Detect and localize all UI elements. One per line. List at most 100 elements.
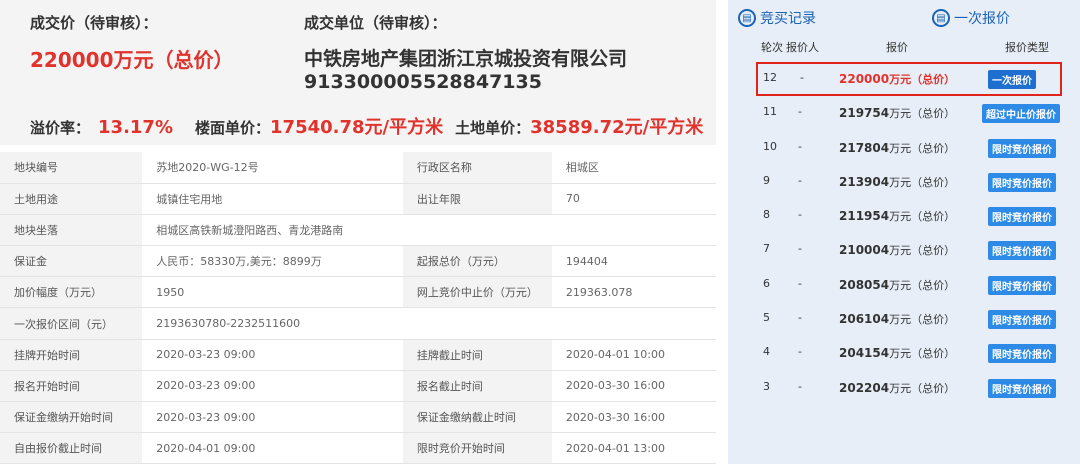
bid-amount: 202204 [839, 380, 890, 395]
bid-bidder: - [798, 242, 802, 256]
field-value: 苏地2020-WG-12号 [142, 152, 403, 184]
bid-row: 6 - 208054万元（总价） 限时竞价报价 [728, 268, 1080, 302]
bid-bidder: - [798, 139, 802, 153]
bid-amount: 213904 [839, 174, 890, 189]
bid-type-badge: 限时竞价报价 [988, 275, 1056, 295]
deal-summary: 成交价（待审核）： 成交单位（待审核）： 220000万元（总价） 中铁房地产集… [0, 0, 716, 145]
bid-amount: 217804 [839, 140, 890, 155]
land-auction-page: 成交价（待审核）： 成交单位（待审核）： 220000 万元（总价） 中铁房地产集… [0, 0, 1080, 464]
field-label: 网上竞价中止价（万元） [402, 276, 552, 309]
bid-unit: 万元（总价） [889, 244, 956, 258]
tab-once-bid[interactable]: ▤ 一次报价 [932, 8, 1010, 28]
bid-row: 8 - 211954万元（总价） 限时竞价报价 [728, 199, 1080, 233]
bid-type-badge: 限时竞价报价 [988, 241, 1056, 261]
bid-unit: 万元（总价） [889, 175, 956, 189]
bid-unit: 万元（总价） [889, 278, 956, 292]
bid-amount: 210004 [839, 243, 890, 258]
deal-unit-label: 成交单位（待审核）： [304, 14, 447, 32]
field-value: 70 [551, 183, 716, 215]
field-value: 相城区高铁新城澄阳路西、青龙港路南 [142, 214, 716, 247]
field-label: 限时竞价开始时间 [402, 432, 552, 464]
floor-price-label: 楼面单价： [195, 119, 271, 137]
bid-type-badge: 限时竞价报价 [988, 172, 1056, 192]
bid-round: 7 [763, 242, 770, 256]
deal-unit-name: 中铁房地产集团浙江京城投资有限公司 [304, 48, 628, 70]
field-label: 保证金缴纳开始时间 [0, 401, 143, 434]
bid-bidder: - [798, 311, 802, 325]
table-row: 保证金 人民币：58330万,美元：8899万 起报总价（万元） 194404 [0, 245, 716, 278]
tab-bid-records[interactable]: ▤ 竞买记录 [738, 8, 816, 28]
land-price-label: 土地单价： [455, 119, 531, 137]
bid-row: 9 - 213904万元（总价） 限时竞价报价 [728, 165, 1080, 199]
header-round: 轮次 [761, 41, 783, 54]
field-label: 地块坐落 [0, 214, 143, 247]
deal-unit-code: 91330000552884713​5 [304, 71, 542, 93]
bid-price: 211954万元（总价） [839, 208, 955, 224]
bid-type-badge: 限时竞价报价 [988, 310, 1056, 330]
bid-bidder: - [798, 105, 802, 119]
field-value: 2020-03-23 09:00 [142, 339, 403, 371]
bid-unit: 万元（总价） [889, 141, 956, 155]
price-stats: 溢价率： 13.17% 楼面单价：17540.78元/平方米 土地单价：38589.7… [30, 113, 715, 139]
field-value: 2193630780-2232511600 [142, 307, 716, 340]
parcel-info-table: 地块编号 苏地2020-WG-12号 行政区名称 相城区 土地用途 城镇住宅用地 出让年限 7… [0, 152, 716, 464]
field-label: 挂牌开始时间 [0, 339, 143, 371]
bid-price: 206104万元（总价） [839, 311, 955, 327]
bid-round: 10 [763, 139, 777, 153]
bid-row: 11 - 219754万元（总价） 超过中止价报价 [728, 96, 1080, 130]
bid-round: 6 [763, 276, 770, 290]
bid-bidder: - [800, 71, 804, 84]
deal-price-label: 成交价（待审核）： [30, 14, 158, 32]
field-value: 人民币：58330万,美元：8899万 [142, 245, 403, 278]
field-label: 报名开始时间 [0, 370, 143, 403]
header-price: 报价 [886, 41, 908, 54]
field-label: 行政区名称 [402, 152, 552, 184]
table-row: 土地用途 城镇住宅用地 出让年限 70 [0, 183, 716, 215]
field-value: 城镇住宅用地 [142, 183, 403, 215]
header-bidder: 报价人 [786, 41, 819, 54]
table-row: 地块编号 苏地2020-WG-12号 行政区名称 相城区 [0, 152, 716, 184]
bid-amount: 206104 [839, 312, 890, 327]
field-label: 保证金 [0, 245, 143, 278]
field-value: 2020-03-30 16:00 [551, 370, 716, 403]
bid-amount: 220000 [839, 72, 890, 86]
bid-round: 9 [763, 173, 770, 187]
bid-row: 3 - 202204万元（总价） 限时竞价报价 [728, 371, 1080, 405]
field-value: 2020-04-01 09:00 [142, 432, 403, 464]
bid-bidder: - [798, 379, 802, 393]
premium-value: 13.17% [98, 117, 173, 138]
bid-bidder: - [798, 208, 802, 222]
table-row: 挂牌开始时间 2020-03-23 09:00 挂牌截止时间 2020-04-01 1… [0, 339, 716, 371]
bid-unit: 万元（总价） [889, 313, 956, 327]
bid-price: 208054万元（总价） [839, 277, 955, 293]
field-value: 2020-04-01 13:00 [551, 432, 716, 464]
land-price-value: 38589.72元/平方米 [530, 117, 704, 138]
bid-row-winning: 12 - 220000万元（总价） 一次报价 [756, 62, 1062, 97]
bid-unit: 万元（总价） [889, 210, 956, 224]
bid-price: 202204万元（总价） [839, 380, 955, 396]
field-label: 出让年限 [402, 183, 552, 215]
bid-amount: 204154 [839, 346, 890, 361]
bid-row: 5 - 206104万元（总价） 限时竞价报价 [728, 302, 1080, 336]
bid-round: 5 [763, 311, 770, 325]
field-label: 一次报价区间（元） [0, 307, 143, 340]
bid-round: 3 [763, 379, 770, 393]
bid-round: 4 [763, 345, 770, 359]
bid-type-badge: 限时竞价报价 [988, 378, 1056, 398]
bid-row: 10 - 217804万元（总价） 限时竞价报价 [728, 131, 1080, 165]
bid-panel: ▤ 竞买记录 ▤ 一次报价 轮次 报价人 报价 报价类型 12-220000万元… [728, 0, 1080, 464]
bid-type-badge: 限时竞价报价 [988, 344, 1056, 364]
bid-unit: 万元（总价） [889, 107, 956, 121]
bid-round: 8 [763, 208, 770, 222]
header-type: 报价类型 [1005, 41, 1049, 54]
field-label: 地块编号 [0, 152, 143, 184]
bid-price: 219754万元（总价） [839, 105, 955, 121]
tab-once-bid-label: 一次报价 [954, 11, 1010, 27]
floor-price-value: 17540.78元/平方米 [270, 117, 444, 138]
field-value: 2020-03-30 16:00 [551, 401, 716, 434]
field-value: 2020-04-01 10:00 [551, 339, 716, 371]
bid-price: 217804万元（总价） [839, 140, 955, 156]
table-row: 自由报价截止时间 2020-04-01 09:00 限时竞价开始时间 2020-04-… [0, 432, 716, 464]
field-label: 起报总价（万元） [402, 245, 552, 278]
bid-price: 204154万元（总价） [839, 345, 955, 361]
